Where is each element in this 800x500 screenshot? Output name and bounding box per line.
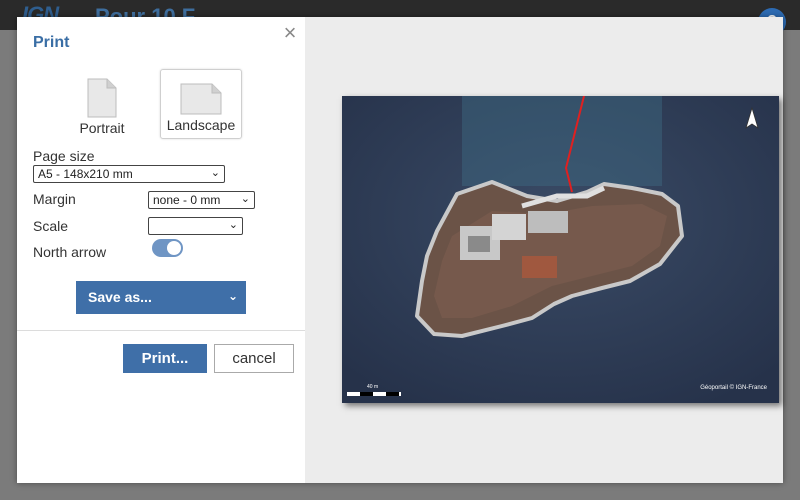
portrait-option[interactable]: Portrait [61, 69, 143, 139]
scale-select[interactable]: ⌄ [148, 217, 243, 235]
page-icon [180, 83, 222, 115]
print-options-panel: Print × Portrait Landscape Page size A5 … [17, 17, 305, 483]
map-preview[interactable]: 40 m Géoportail © IGN-France [342, 96, 779, 403]
margin-value: none - 0 mm [153, 193, 221, 207]
divider [17, 330, 305, 331]
print-button[interactable]: Print... [123, 344, 207, 373]
save-as-dropdown[interactable]: Save as... ⌄ [76, 281, 246, 314]
save-as-label: Save as... [88, 289, 152, 305]
north-arrow-toggle[interactable] [152, 239, 183, 257]
chevron-down-icon: ⌄ [210, 167, 220, 179]
scale-label: 40 m [367, 384, 379, 390]
print-dialog: Print × Portrait Landscape Page size A5 … [17, 17, 783, 483]
close-icon[interactable]: × [280, 22, 300, 44]
chevron-down-icon: ⌄ [228, 219, 238, 231]
map-attribution: Géoportail © IGN-France [700, 385, 767, 391]
scale-label: Scale [33, 218, 69, 234]
toggle-knob [167, 241, 181, 255]
page-size-label: Page size [33, 148, 95, 164]
scale-bar: 40 m [347, 384, 401, 398]
page-size-value: A5 - 148x210 mm [38, 167, 133, 181]
margin-select[interactable]: none - 0 mm ⌄ [148, 191, 255, 209]
landscape-option[interactable]: Landscape [160, 69, 242, 139]
margin-label: Margin [33, 191, 76, 207]
dialog-title: Print [33, 34, 70, 51]
print-preview: 40 m Géoportail © IGN-France [305, 17, 783, 483]
chevron-down-icon: ⌄ [227, 289, 238, 303]
page-icon [87, 78, 117, 118]
page-size-select[interactable]: A5 - 148x210 mm ⌄ [33, 165, 225, 183]
landscape-label: Landscape [166, 117, 236, 133]
north-arrow-label: North arrow [33, 244, 107, 260]
chevron-down-icon: ⌄ [240, 193, 250, 205]
portrait-label: Portrait [79, 120, 125, 136]
aerial-image [342, 96, 779, 403]
cancel-button[interactable]: cancel [214, 344, 294, 373]
